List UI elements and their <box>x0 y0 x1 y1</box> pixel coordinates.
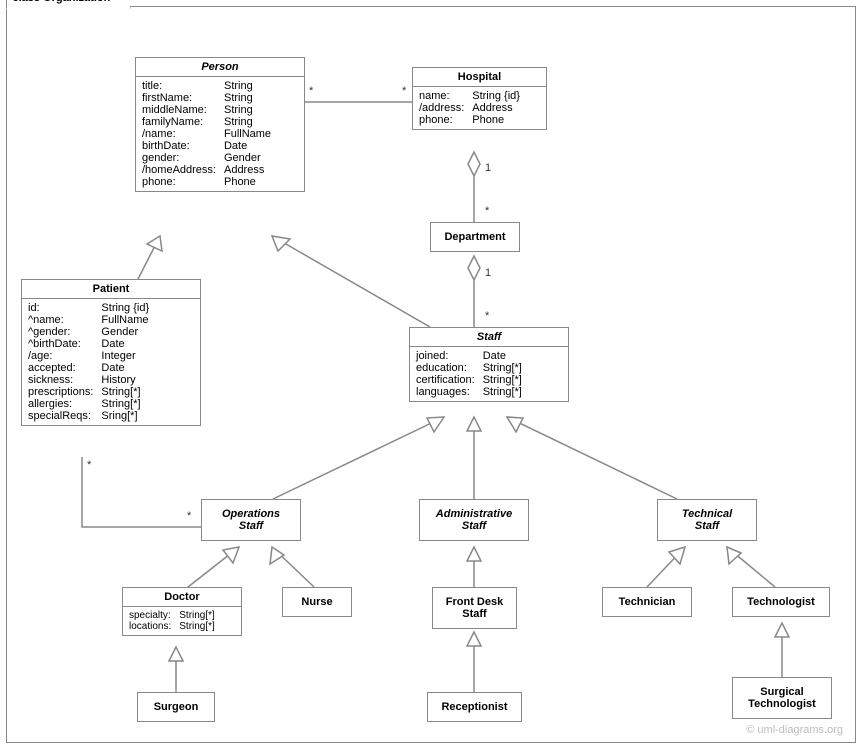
class-front-desk-staff: Front Desk Staff <box>432 587 517 629</box>
class-doctor: Doctor specialty: locations: String[*] S… <box>122 587 242 636</box>
class-title-front-desk-staff: Front Desk Staff <box>433 588 516 628</box>
class-title-department: Department <box>431 223 519 251</box>
class-title-nurse: Nurse <box>283 588 351 616</box>
class-technician: Technician <box>602 587 692 617</box>
class-operations-staff: Operations Staff <box>201 499 301 541</box>
class-surgeon: Surgeon <box>137 692 215 722</box>
class-title-person: Person <box>136 58 304 77</box>
class-surgical-technologist: Surgical Technologist <box>732 677 832 719</box>
class-technologist: Technologist <box>732 587 830 617</box>
class-title-administrative-staff: Administrative Staff <box>420 500 528 540</box>
class-title-doctor: Doctor <box>123 588 241 607</box>
class-title-technologist: Technologist <box>733 588 829 616</box>
class-title-receptionist: Receptionist <box>428 693 521 721</box>
class-attrs-person: title: firstName: middleName: familyName… <box>136 77 304 191</box>
watermark: © uml-diagrams.org <box>746 724 843 736</box>
class-title-operations-staff: Operations Staff <box>202 500 300 540</box>
mult-dept-staff-top: 1 <box>485 267 491 279</box>
class-hospital: Hospital name: /address: phone: String {… <box>412 67 547 130</box>
mult-patient-ops-right: * <box>187 510 191 522</box>
class-nurse: Nurse <box>282 587 352 617</box>
class-title-technician: Technician <box>603 588 691 616</box>
class-attrs-hospital: name: /address: phone: String {id} Addre… <box>413 87 546 129</box>
class-title-patient: Patient <box>22 280 200 299</box>
class-attrs-staff: joined: education: certification: langua… <box>410 347 568 401</box>
mult-dept-staff-bottom: * <box>485 310 489 322</box>
mult-person-hospital-left: * <box>309 85 313 97</box>
class-title-hospital: Hospital <box>413 68 546 87</box>
class-title-surgeon: Surgeon <box>138 693 214 721</box>
class-person: Person title: firstName: middleName: fam… <box>135 57 305 192</box>
package-title: class Organization <box>6 0 132 9</box>
class-title-staff: Staff <box>410 328 568 347</box>
class-attrs-patient: id: ^name: ^gender: ^birthDate: /age: ac… <box>22 299 200 425</box>
class-department: Department <box>430 222 520 252</box>
mult-hospital-dept-bottom: * <box>485 205 489 217</box>
class-receptionist: Receptionist <box>427 692 522 722</box>
class-technical-staff: Technical Staff <box>657 499 757 541</box>
class-title-technical-staff: Technical Staff <box>658 500 756 540</box>
class-administrative-staff: Administrative Staff <box>419 499 529 541</box>
package-frame: class Organization <box>6 6 856 743</box>
class-staff: Staff joined: education: certification: … <box>409 327 569 402</box>
class-patient: Patient id: ^name: ^gender: ^birthDate: … <box>21 279 201 426</box>
mult-patient-ops-left: * <box>87 459 91 471</box>
class-title-surgical-technologist: Surgical Technologist <box>733 678 831 718</box>
mult-hospital-dept-top: 1 <box>485 162 491 174</box>
mult-person-hospital-right: * <box>402 85 406 97</box>
class-attrs-doctor: specialty: locations: String[*] String[*… <box>123 607 241 635</box>
